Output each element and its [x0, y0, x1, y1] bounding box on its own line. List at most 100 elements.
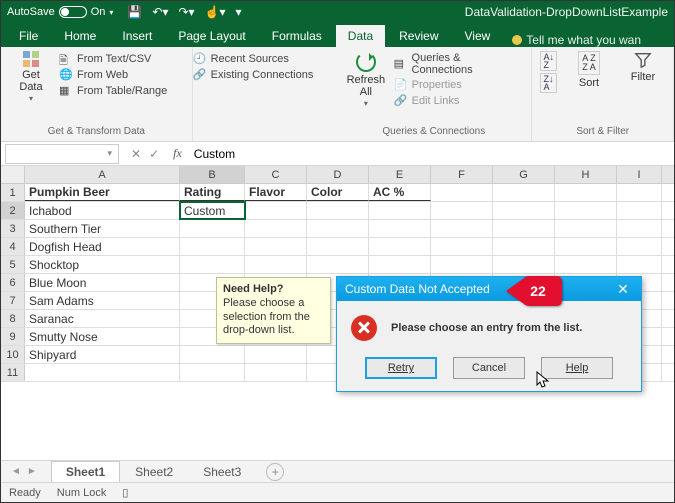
touch-mode-icon[interactable]: ☝▾ — [205, 5, 226, 19]
column-header[interactable]: G — [493, 166, 555, 183]
close-icon[interactable]: ✕ — [613, 281, 633, 298]
cell[interactable] — [307, 202, 369, 219]
sort-asc-button[interactable]: A↓Z — [540, 51, 557, 71]
column-header[interactable]: B — [180, 166, 245, 183]
from-web-button[interactable]: 🌐From Web — [59, 67, 167, 83]
cell[interactable] — [180, 220, 245, 237]
cell[interactable] — [369, 256, 431, 273]
select-all-button[interactable] — [1, 166, 25, 183]
column-header[interactable]: H — [555, 166, 617, 183]
row-header[interactable]: 8 — [1, 310, 25, 327]
help-button[interactable]: Help — [541, 357, 613, 379]
cell[interactable] — [555, 202, 617, 219]
autosave-toggle[interactable]: AutoSave On ▾ — [7, 6, 113, 18]
cell[interactable] — [617, 202, 662, 219]
row-header[interactable]: 1 — [1, 184, 25, 201]
column-header[interactable]: C — [245, 166, 307, 183]
from-table-button[interactable]: ▦From Table/Range — [59, 83, 167, 99]
cell[interactable] — [369, 202, 431, 219]
sort-button[interactable]: A ZZ A Sort — [567, 51, 611, 89]
cell[interactable] — [431, 238, 493, 255]
formula-input[interactable] — [188, 144, 674, 164]
column-header[interactable]: A — [25, 166, 180, 183]
cell[interactable] — [180, 346, 245, 363]
column-header[interactable]: F — [431, 166, 493, 183]
cell[interactable]: Dogfish Head — [25, 238, 180, 255]
filter-button[interactable]: Filter — [621, 51, 665, 83]
cell[interactable]: Rating — [180, 184, 245, 201]
cell[interactable] — [245, 238, 307, 255]
column-header[interactable]: I — [617, 166, 662, 183]
cell[interactable]: Ichabod — [25, 202, 180, 219]
prev-sheet-icon[interactable]: ◄ — [11, 466, 21, 477]
sheet-tab-3[interactable]: Sheet3 — [188, 461, 256, 483]
enter-icon[interactable]: ✓ — [149, 147, 159, 161]
tab-view[interactable]: View — [453, 25, 503, 47]
cell[interactable]: Flavor — [245, 184, 307, 201]
cell[interactable]: Shipyard — [25, 346, 180, 363]
row-header[interactable]: 7 — [1, 292, 25, 309]
retry-button[interactable]: Retry — [365, 357, 437, 379]
cell[interactable] — [431, 202, 493, 219]
row-header[interactable]: 10 — [1, 346, 25, 363]
cell[interactable] — [555, 184, 617, 201]
cell[interactable] — [245, 256, 307, 273]
row-header[interactable]: 9 — [1, 328, 25, 345]
cell[interactable] — [493, 202, 555, 219]
row-header[interactable]: 5 — [1, 256, 25, 273]
cell[interactable] — [25, 364, 180, 381]
cancel-icon[interactable]: ✕ — [131, 147, 141, 161]
cell[interactable] — [245, 220, 307, 237]
cell[interactable] — [307, 220, 369, 237]
new-sheet-button[interactable]: + — [266, 463, 284, 481]
row-header[interactable]: 11 — [1, 364, 25, 381]
properties-button[interactable]: 📄Properties — [394, 77, 524, 93]
tab-data[interactable]: Data — [336, 25, 385, 47]
tab-home[interactable]: Home — [52, 25, 108, 47]
fx-icon[interactable]: fx — [167, 146, 188, 161]
row-header[interactable]: 2 — [1, 202, 25, 219]
cell[interactable] — [493, 220, 555, 237]
macro-record-icon[interactable]: ▯ — [122, 486, 128, 499]
cell[interactable] — [493, 256, 555, 273]
tab-page-layout[interactable]: Page Layout — [166, 25, 257, 47]
recent-sources-button[interactable]: 🕘Recent Sources — [193, 51, 328, 67]
cell[interactable] — [617, 238, 662, 255]
cell[interactable] — [180, 238, 245, 255]
cell[interactable]: AC % — [369, 184, 431, 201]
get-data-button[interactable]: Get Data ▾ — [9, 51, 53, 104]
cell[interactable] — [431, 256, 493, 273]
cell[interactable]: Blue Moon — [25, 274, 180, 291]
tab-review[interactable]: Review — [387, 25, 450, 47]
cell[interactable] — [369, 220, 431, 237]
row-header[interactable]: 6 — [1, 274, 25, 291]
cell[interactable] — [493, 184, 555, 201]
qat-customize-icon[interactable]: ▾ — [235, 5, 241, 19]
cell[interactable] — [369, 238, 431, 255]
undo-icon[interactable]: ↶▾ — [152, 5, 168, 19]
cell[interactable] — [617, 184, 662, 201]
column-header[interactable]: E — [369, 166, 431, 183]
cell[interactable] — [617, 220, 662, 237]
redo-icon[interactable]: ↷▾ — [178, 5, 194, 19]
cell[interactable] — [245, 346, 307, 363]
cell[interactable] — [431, 184, 493, 201]
cell[interactable]: Color — [307, 184, 369, 201]
next-sheet-icon[interactable]: ► — [27, 466, 37, 477]
cell[interactable] — [555, 256, 617, 273]
cell[interactable] — [180, 364, 245, 381]
tell-me[interactable]: Tell me what you wan — [512, 33, 641, 47]
row-header[interactable]: 4 — [1, 238, 25, 255]
name-box[interactable]: ▾ — [5, 144, 119, 164]
cell[interactable]: Sam Adams — [25, 292, 180, 309]
cell[interactable] — [307, 238, 369, 255]
column-header[interactable]: D — [307, 166, 369, 183]
cell[interactable] — [555, 238, 617, 255]
existing-connections-button[interactable]: 🔗Existing Connections — [193, 67, 328, 83]
cell[interactable]: Custom — [180, 202, 245, 219]
cell[interactable] — [180, 256, 245, 273]
tab-formulas[interactable]: Formulas — [260, 25, 334, 47]
cell[interactable] — [555, 220, 617, 237]
sheet-tab-2[interactable]: Sheet2 — [120, 461, 188, 483]
cell[interactable]: Shocktop — [25, 256, 180, 273]
